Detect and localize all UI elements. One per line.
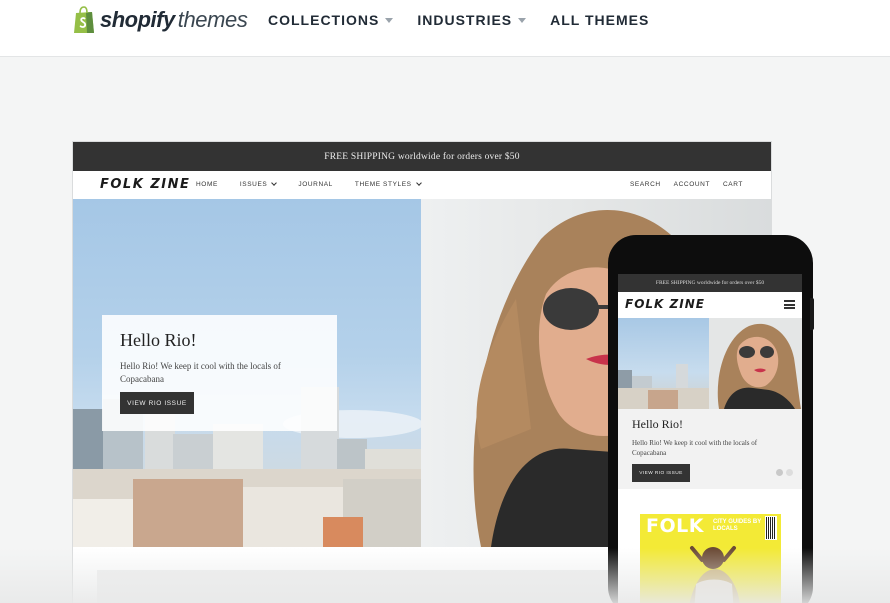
nav-collections-label: COLLECTIONS: [268, 12, 380, 28]
logo-sub-text: themes: [177, 7, 248, 32]
store-nav-search[interactable]: SEARCH: [630, 181, 661, 188]
mobile-store-nav: FOLK ZINE: [618, 292, 802, 318]
hamburger-menu-icon[interactable]: [784, 300, 795, 309]
barcode-icon: [765, 516, 777, 540]
slider-dot-2[interactable]: [786, 469, 793, 476]
store-logo[interactable]: FOLK ZINE: [100, 177, 190, 192]
mobile-shipping-banner: FREE SHIPPING worldwide for orders over …: [618, 274, 802, 292]
mobile-view-rio-issue-button[interactable]: VIEW RIO ISSUE: [632, 464, 690, 482]
nav-all-themes-label: ALL THEMES: [550, 12, 650, 28]
mobile-hero-images: [618, 318, 802, 409]
store-nav-links: HOME ISSUES JOURNAL THEME STYLES: [196, 180, 422, 188]
store-nav-theme-styles-label: THEME STYLES: [354, 181, 412, 188]
phone-side-button: [810, 298, 814, 330]
shipping-banner: FREE SHIPPING worldwide for orders over …: [73, 142, 771, 171]
nav-collections[interactable]: COLLECTIONS: [268, 12, 394, 28]
slider-dots: [773, 469, 793, 476]
mobile-hero-title: Hello Rio!: [632, 417, 683, 431]
shopify-themes-logo[interactable]: shopify themes: [72, 5, 248, 35]
nav-industries[interactable]: INDUSTRIES: [417, 12, 527, 28]
slider-dot-1[interactable]: [776, 469, 783, 476]
mobile-hero-card: Hello Rio! Hello Rio! We keep it cool wi…: [618, 409, 802, 489]
magazine-title: FOLK: [646, 515, 704, 537]
chevron-down-icon: [271, 180, 278, 186]
caret-down-icon: [385, 17, 394, 23]
hero-title: Hello Rio!: [120, 330, 197, 350]
hero-text: Hello Rio! We keep it cool with the loca…: [120, 361, 281, 384]
magazine-cover[interactable]: FOLK CITY GUIDES BY LOCALS: [640, 514, 781, 603]
store-nav-right: SEARCH ACCOUNT CART: [630, 181, 743, 188]
store-nav-theme-styles[interactable]: THEME STYLES: [354, 180, 422, 188]
store-nav-cart[interactable]: CART: [723, 181, 743, 188]
logo-brand-text: shopify: [100, 7, 175, 32]
hero-card: Hello Rio! Hello Rio! We keep it cool wi…: [102, 315, 337, 431]
nav-industries-label: INDUSTRIES: [417, 12, 513, 28]
store-nav: FOLK ZINE HOME ISSUES JOURNAL THEME STYL…: [73, 171, 771, 199]
top-nav: shopify themes COLLECTIONS INDUSTRIES AL…: [0, 0, 890, 57]
store-nav-account[interactable]: ACCOUNT: [674, 181, 710, 188]
view-rio-issue-button[interactable]: VIEW RIO ISSUE: [120, 392, 194, 414]
store-nav-issues-label: ISSUES: [239, 181, 268, 188]
mobile-city-image: [618, 318, 709, 409]
store-nav-home[interactable]: HOME: [196, 181, 218, 188]
mobile-skyline-illustration: [618, 364, 709, 409]
mobile-preview: FREE SHIPPING worldwide for orders over …: [618, 274, 802, 603]
shopify-bag-icon: [74, 6, 94, 33]
caret-down-icon: [518, 17, 527, 23]
magazine-side-text: CITY GUIDES BY LOCALS: [713, 519, 762, 532]
chevron-down-icon: [415, 180, 422, 186]
mobile-hero-text: Hello Rio! We keep it cool with the loca…: [632, 439, 758, 457]
mobile-store-logo[interactable]: FOLK ZINE: [625, 297, 705, 311]
mobile-portrait-image: [709, 318, 802, 409]
store-nav-journal[interactable]: JOURNAL: [298, 181, 333, 188]
mobile-portrait-illustration: [717, 323, 801, 409]
store-nav-issues[interactable]: ISSUES: [239, 180, 278, 188]
nav-all-themes[interactable]: ALL THEMES: [550, 12, 649, 28]
main-nav: COLLECTIONS INDUSTRIES ALL THEMES: [268, 12, 649, 28]
